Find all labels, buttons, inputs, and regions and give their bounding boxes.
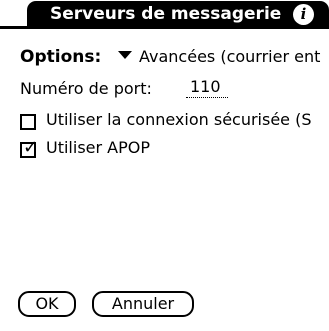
ok-button[interactable]: OK — [18, 291, 76, 317]
port-value: 110 — [190, 77, 221, 96]
options-selected-value: Avancées (courrier ent — [139, 47, 321, 66]
title-bar: Serveurs de messagerie i — [0, 0, 329, 29]
triangle-down-icon — [118, 51, 132, 59]
port-field[interactable]: 110 — [186, 77, 228, 98]
check-mark-icon: ✓ — [23, 137, 39, 158]
secure-connection-checkbox[interactable] — [20, 114, 36, 130]
options-label: Options: — [20, 47, 102, 67]
info-icon[interactable]: i — [293, 4, 314, 25]
options-select[interactable]: Avancées (courrier ent — [118, 47, 320, 67]
mail-servers-dialog: Serveurs de messagerie i Options: Avancé… — [0, 0, 329, 331]
port-label: Numéro de port: — [20, 79, 152, 98]
cancel-button[interactable]: Annuler — [92, 291, 194, 317]
secure-connection-label: Utiliser la connexion sécurisée (S — [46, 110, 312, 129]
apop-label: Utiliser APOP — [46, 138, 150, 157]
dialog-title: Serveurs de messagerie — [50, 4, 282, 24]
apop-checkbox[interactable]: ✓ — [20, 138, 38, 158]
